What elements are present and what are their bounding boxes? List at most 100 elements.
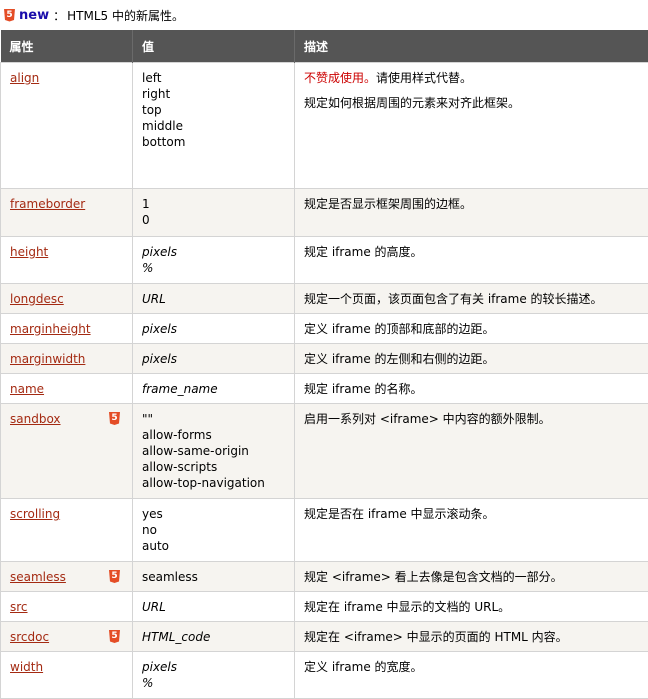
- attribute-cell: longdesc: [1, 284, 133, 314]
- value-item: allow-scripts: [142, 459, 287, 475]
- value-item: frame_name: [142, 381, 287, 397]
- table-row: src URL 规定在 iframe 中显示的文档的 URL。: [1, 592, 648, 622]
- attribute-link-src[interactable]: src: [10, 600, 28, 614]
- description-cell: 定义 iframe 的顶部和底部的边距。: [295, 314, 648, 344]
- description-text: 规定是否在 iframe 中显示滚动条。: [304, 506, 641, 522]
- description-cell: 规定在 <iframe> 中显示的页面的 HTML 内容。: [295, 622, 648, 652]
- html5-icon: 5: [4, 9, 15, 22]
- value-cell: URL: [133, 284, 295, 314]
- value-item: URL: [142, 599, 287, 615]
- value-cell: ""allow-formsallow-same-originallow-scri…: [133, 404, 295, 499]
- attribute-cell: sandbox 5: [1, 404, 133, 499]
- description-text-rest: 请使用样式代替。: [376, 71, 472, 85]
- table-row: seamless 5 seamless 规定 <iframe> 看上去像是包含文档的一…: [1, 562, 648, 592]
- value-item: pixels: [142, 321, 287, 337]
- value-item: HTML_code: [142, 629, 287, 645]
- value-item: right: [142, 86, 287, 102]
- value-item: top: [142, 102, 287, 118]
- description-cell: 规定是否显示框架周围的边框。: [295, 189, 648, 237]
- colon-separator: ：: [53, 7, 65, 24]
- attribute-cell: seamless 5: [1, 562, 133, 592]
- description-cell: 定义 iframe 的左侧和右侧的边距。: [295, 344, 648, 374]
- html5-icon: 5: [109, 412, 120, 425]
- attribute-link-marginwidth[interactable]: marginwidth: [10, 352, 85, 366]
- description-text: 规定 iframe 的高度。: [304, 244, 641, 260]
- html5-icon: 5: [109, 570, 120, 583]
- value-item: "": [142, 411, 287, 427]
- description-text: 不赞成使用。请使用样式代替。: [304, 70, 641, 86]
- value-cell: URL: [133, 592, 295, 622]
- html5-icon: 5: [109, 630, 120, 643]
- description-text: 规定在 iframe 中显示的文档的 URL。: [304, 599, 641, 615]
- attribute-link-width[interactable]: width: [10, 660, 43, 674]
- value-cell: pixels: [133, 314, 295, 344]
- value-cell: pixels%: [133, 237, 295, 284]
- value-item: left: [142, 70, 287, 86]
- description-cell: 启用一系列对 <iframe> 中内容的额外限制。: [295, 404, 648, 499]
- iframe-attributes-table: 属性 值 描述 alignleftrighttopmiddlebottom不赞成…: [0, 30, 648, 699]
- attribute-link-longdesc[interactable]: longdesc: [10, 292, 64, 306]
- value-cell: pixels: [133, 344, 295, 374]
- header-value: 值: [133, 30, 295, 63]
- value-item: no: [142, 522, 287, 538]
- table-row: width pixels% 定义 iframe 的宽度。: [1, 652, 648, 699]
- value-item: allow-top-navigation: [142, 475, 287, 491]
- attribute-cell: frameborder: [1, 189, 133, 237]
- attribute-link-align[interactable]: align: [10, 71, 39, 85]
- attribute-link-name[interactable]: name: [10, 382, 44, 396]
- description-cell: 规定 iframe 的名称。: [295, 374, 648, 404]
- value-cell: seamless: [133, 562, 295, 592]
- attribute-link-height[interactable]: height: [10, 245, 48, 259]
- description-text: 规定一个页面，该页面包含了有关 iframe 的较长描述。: [304, 291, 641, 307]
- value-cell: yesnoauto: [133, 499, 295, 562]
- value-cell: HTML_code: [133, 622, 295, 652]
- value-cell: 10: [133, 189, 295, 237]
- attribute-cell: width: [1, 652, 133, 699]
- value-item: pixels: [142, 244, 287, 260]
- table-header-row: 属性 值 描述: [1, 30, 648, 63]
- table-row: longdesc URL 规定一个页面，该页面包含了有关 iframe 的较长描述。: [1, 284, 648, 314]
- table-row: srcdoc 5 HTML_code 规定在 <iframe> 中显示的页面的 HTM…: [1, 622, 648, 652]
- description-cell: 规定 iframe 的高度。: [295, 237, 648, 284]
- attribute-link-srcdoc[interactable]: srcdoc: [10, 630, 49, 644]
- header-description: 描述: [295, 30, 648, 63]
- value-item: auto: [142, 538, 287, 554]
- table-row: marginheight pixels 定义 iframe 的顶部和底部的边距。: [1, 314, 648, 344]
- description-text: 定义 iframe 的宽度。: [304, 659, 641, 675]
- legend-text: HTML5 中的新属性。: [67, 7, 184, 24]
- attribute-cell: marginwidth: [1, 344, 133, 374]
- description-text: 规定是否显示框架周围的边框。: [304, 196, 641, 212]
- description-cell: 不赞成使用。请使用样式代替。规定如何根据周围的元素来对齐此框架。: [295, 63, 648, 189]
- new-label: new: [19, 8, 49, 23]
- value-item: 0: [142, 212, 287, 228]
- value-cell: frame_name: [133, 374, 295, 404]
- value-item: %: [142, 260, 287, 276]
- description-cell: 规定一个页面，该页面包含了有关 iframe 的较长描述。: [295, 284, 648, 314]
- table-row: scrolling yesnoauto 规定是否在 iframe 中显示滚动条。: [1, 499, 648, 562]
- attribute-cell: height: [1, 237, 133, 284]
- description-text: 启用一系列对 <iframe> 中内容的额外限制。: [304, 411, 641, 427]
- table-row: name frame_name 规定 iframe 的名称。: [1, 374, 648, 404]
- value-cell: pixels%: [133, 652, 295, 699]
- table-row: sandbox 5 ""allow-formsallow-same-original…: [1, 404, 648, 499]
- value-item: bottom: [142, 134, 287, 150]
- value-item: URL: [142, 291, 287, 307]
- value-item: 1: [142, 196, 287, 212]
- attribute-cell: scrolling: [1, 499, 133, 562]
- value-item: allow-same-origin: [142, 443, 287, 459]
- attribute-link-frameborder[interactable]: frameborder: [10, 197, 85, 211]
- table-row: marginwidth pixels 定义 iframe 的左侧和右侧的边距。: [1, 344, 648, 374]
- description-text: 规定 <iframe> 看上去像是包含文档的一部分。: [304, 569, 641, 585]
- attribute-cell: marginheight: [1, 314, 133, 344]
- value-item: pixels: [142, 351, 287, 367]
- attribute-link-scrolling[interactable]: scrolling: [10, 507, 60, 521]
- attribute-link-seamless[interactable]: seamless: [10, 570, 66, 584]
- attribute-cell: srcdoc 5: [1, 622, 133, 652]
- attribute-cell: src: [1, 592, 133, 622]
- table-row: alignleftrighttopmiddlebottom不赞成使用。请使用样式…: [1, 63, 648, 189]
- attribute-link-sandbox[interactable]: sandbox: [10, 412, 61, 426]
- description-text: 定义 iframe 的顶部和底部的边距。: [304, 321, 641, 337]
- attribute-link-marginheight[interactable]: marginheight: [10, 322, 91, 336]
- value-item: %: [142, 675, 287, 691]
- html5-legend-note: 5 new ： HTML5 中的新属性。: [0, 0, 648, 30]
